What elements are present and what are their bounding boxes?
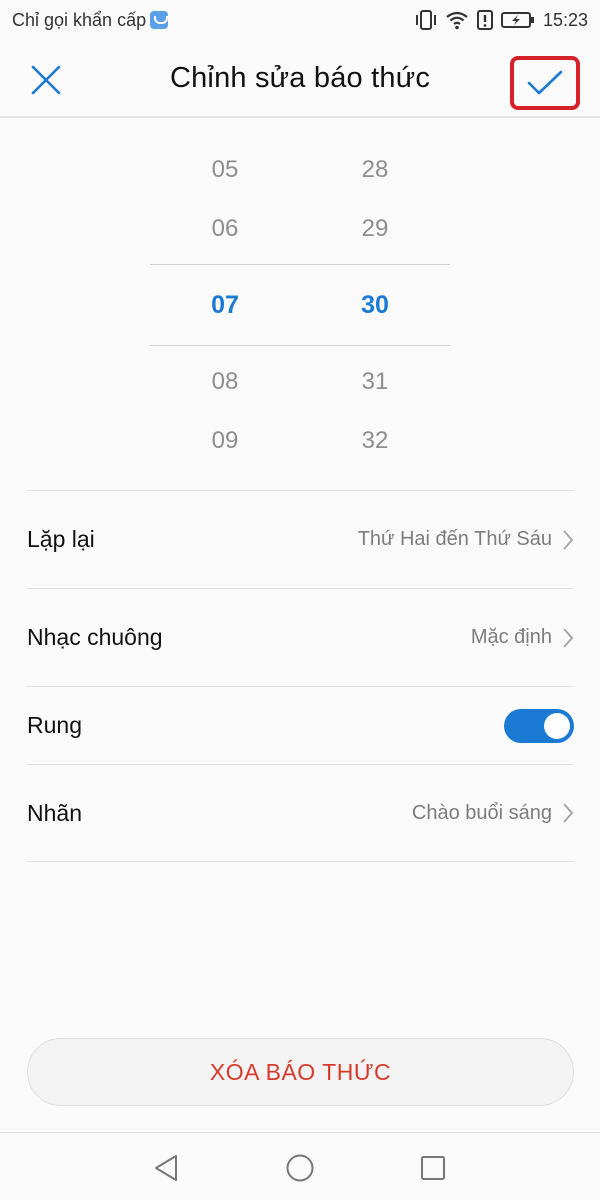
- app-bar: Chỉnh sửa báo thức: [0, 40, 600, 118]
- back-button[interactable]: [150, 1151, 184, 1185]
- alarm-label-value-wrap: Chào buổi sáng: [412, 802, 574, 825]
- wifi-icon: [446, 11, 468, 30]
- chevron-right-icon: [563, 803, 574, 823]
- status-right: 15:23: [415, 10, 588, 31]
- vibrate-toggle[interactable]: [504, 708, 574, 743]
- alert-icon: [476, 10, 493, 30]
- navigation-bar: [0, 1132, 600, 1200]
- confirm-button[interactable]: [510, 56, 580, 110]
- recents-icon: [421, 1156, 445, 1180]
- alarm-label-value: Chào buổi sáng: [411, 801, 552, 824]
- alarm-label-label: Nhãn: [27, 799, 82, 826]
- vibrate-label: Rung: [27, 712, 82, 738]
- minute-option[interactable]: 32: [300, 427, 450, 455]
- home-button[interactable]: [283, 1151, 317, 1185]
- minute-selected[interactable]: 30: [300, 291, 450, 320]
- hour-option[interactable]: 08: [150, 368, 300, 396]
- ringtone-label: Nhạc chuông: [27, 624, 163, 650]
- battery-charging-icon: [500, 12, 534, 28]
- repeat-value: Thứ Hai đến Thứ Sáu: [357, 528, 552, 550]
- vibrate-row[interactable]: Rung: [27, 687, 574, 764]
- hour-wheel[interactable]: 05 06 07 08 09: [150, 140, 300, 470]
- recents-button[interactable]: [416, 1151, 450, 1185]
- status-left: Chỉ gọi khẩn cấp: [12, 9, 169, 31]
- hour-option[interactable]: 09: [150, 427, 300, 455]
- minute-wheel[interactable]: 28 29 30 31 32: [300, 140, 450, 470]
- settings-list: Lặp lại Thứ Hai đến Thứ Sáu Nhạc chuông …: [27, 490, 574, 862]
- ringtone-row[interactable]: Nhạc chuông Mặc định: [27, 589, 574, 686]
- page-title: Chỉnh sửa báo thức: [169, 61, 431, 94]
- minute-option[interactable]: 31: [300, 368, 450, 396]
- ringtone-value: Mặc định: [470, 626, 552, 648]
- repeat-row[interactable]: Lặp lại Thứ Hai đến Thứ Sáu: [27, 491, 574, 588]
- minute-option[interactable]: 28: [300, 156, 450, 184]
- toggle-knob: [544, 712, 570, 739]
- home-icon: [286, 1154, 314, 1182]
- checkmark-icon: [527, 70, 563, 95]
- label-row[interactable]: Nhãn Chào buổi sáng: [27, 765, 574, 861]
- minute-option[interactable]: 29: [300, 215, 450, 243]
- picker-selection-line-bottom: [150, 345, 450, 346]
- divider: [27, 861, 574, 862]
- hour-option[interactable]: 05: [150, 156, 300, 184]
- chevron-right-icon: [563, 529, 574, 550]
- back-icon: [155, 1155, 177, 1181]
- hour-selected[interactable]: 07: [150, 291, 300, 320]
- clock-time: 15:23: [542, 9, 588, 30]
- picker-selection-line-top: [150, 264, 450, 265]
- close-icon: [31, 65, 61, 95]
- repeat-value-wrap: Thứ Hai đến Thứ Sáu: [358, 528, 574, 551]
- delete-alarm-button[interactable]: XÓA BÁO THỨC: [27, 1038, 574, 1106]
- close-button[interactable]: [28, 62, 64, 98]
- hour-option[interactable]: 06: [150, 215, 300, 243]
- vibrate-icon: [415, 10, 436, 30]
- repeat-label: Lặp lại: [27, 526, 95, 552]
- status-bar: Chỉ gọi khẩn cấp 15:23: [0, 0, 600, 40]
- time-picker[interactable]: 05 06 07 08 09 28 29 30 31 32: [150, 140, 450, 470]
- ringtone-value-wrap: Mặc định: [471, 626, 574, 649]
- carrier-text: Chỉ gọi khẩn cấp: [12, 9, 147, 30]
- chevron-right-icon: [563, 627, 574, 648]
- sim-icon: [150, 11, 169, 29]
